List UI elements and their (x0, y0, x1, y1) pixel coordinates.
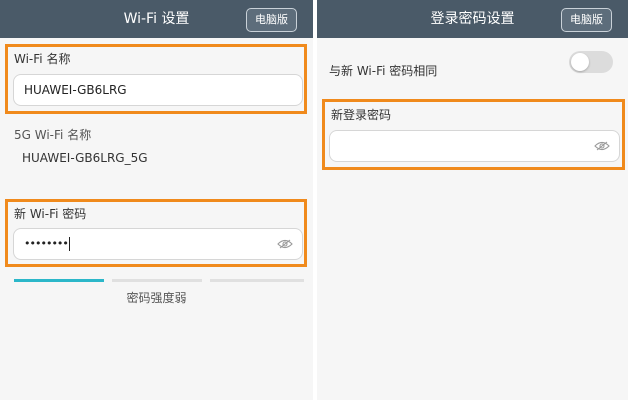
pc-version-button[interactable]: 电脑版 (246, 8, 297, 32)
eye-off-icon[interactable] (594, 141, 610, 151)
title-bar: Wi-Fi 设置 电脑版 (0, 0, 313, 38)
title-bar: 登录密码设置 电脑版 (317, 0, 628, 38)
strength-segment-3 (210, 279, 304, 282)
new-password-label: 新 Wi-Fi 密码 (14, 207, 87, 221)
wifi-name-value: HUAWEI-GB6LRG (24, 83, 127, 97)
wifi-5g-name-label: 5G Wi-Fi 名称 (14, 128, 92, 142)
login-password-panel: 登录密码设置 电脑版 与新 Wi-Fi 密码相同 新登录密码 (317, 0, 628, 400)
strength-segment-1 (14, 279, 104, 282)
new-password-masked-value: •••••••• (24, 237, 69, 250)
new-login-password-label: 新登录密码 (331, 108, 392, 122)
new-password-input[interactable]: •••••••• (13, 228, 303, 260)
password-strength-meter (14, 279, 304, 282)
wifi-name-input[interactable]: HUAWEI-GB6LRG (13, 74, 303, 106)
text-caret (68, 237, 70, 251)
strength-segment-2 (112, 279, 202, 282)
wifi-settings-panel: Wi-Fi 设置 电脑版 Wi-Fi 名称 HUAWEI-GB6LRG 5G W… (0, 0, 313, 400)
toggle-knob (571, 53, 589, 71)
same-as-wifi-label: 与新 Wi-Fi 密码相同 (329, 64, 438, 78)
same-as-wifi-toggle[interactable] (569, 51, 613, 73)
password-strength-text: 密码强度弱 (126, 291, 187, 305)
eye-off-icon[interactable] (277, 239, 293, 249)
pc-version-button[interactable]: 电脑版 (561, 8, 612, 32)
wifi-name-label: Wi-Fi 名称 (14, 52, 71, 66)
wifi-5g-name-value: HUAWEI-GB6LRG_5G (22, 151, 148, 165)
new-login-password-input[interactable] (329, 130, 620, 162)
